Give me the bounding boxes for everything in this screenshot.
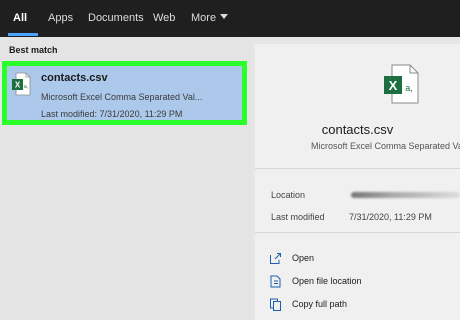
- open-label: Open: [292, 253, 315, 263]
- excel-file-icon-large: X a,: [384, 64, 419, 104]
- location-value-redacted: [351, 192, 460, 198]
- tab-more-label: More: [191, 12, 217, 24]
- copy-full-path-label: Copy full path: [292, 299, 348, 309]
- tab-more[interactable]: More: [191, 12, 229, 24]
- detail-file-name-text: contacts.csv: [321, 122, 394, 137]
- results-pane: Best match X a, contacts.csv Microsoft E…: [0, 37, 252, 320]
- divider: [255, 232, 460, 233]
- open-file-location-label: Open file location: [292, 276, 362, 286]
- tab-apps[interactable]: Apps: [48, 12, 73, 24]
- tab-documents[interactable]: Documents: [88, 12, 144, 24]
- best-match-heading: Best match: [9, 45, 58, 55]
- copy-path-icon: [270, 298, 281, 311]
- svg-text:X: X: [389, 78, 398, 93]
- excel-file-icon: X a,: [12, 72, 31, 96]
- detail-file-type: Microsoft Excel Comma Separated Va: [311, 141, 460, 151]
- svg-text:a,: a,: [405, 83, 413, 93]
- detail-file-name: contacts.csv: [255, 122, 460, 137]
- last-modified-value: 7/31/2020, 11:29 PM: [349, 212, 432, 222]
- tab-all[interactable]: All: [13, 12, 27, 24]
- details-pane: X a, contacts.csv Microsoft Excel Comma …: [255, 44, 460, 320]
- svg-text:a,: a,: [24, 84, 28, 90]
- best-match-result[interactable]: X a, contacts.csv Microsoft Excel Comma …: [2, 61, 247, 125]
- open-icon: [270, 253, 281, 264]
- file-location-icon: [270, 275, 281, 288]
- result-modified: Last modified: 7/31/2020, 11:29 PM: [41, 109, 183, 119]
- divider: [255, 168, 460, 169]
- active-tab-indicator: [8, 33, 38, 36]
- svg-text:X: X: [15, 81, 21, 90]
- location-label: Location: [271, 190, 306, 200]
- search-scope-tabs: All Apps Documents Web More: [0, 0, 460, 37]
- chevron-down-icon: [220, 14, 229, 19]
- tab-web[interactable]: Web: [153, 12, 175, 24]
- result-type: Microsoft Excel Comma Separated Val...: [41, 92, 203, 102]
- last-modified-label: Last modified: [271, 212, 325, 222]
- result-name: contacts.csv: [41, 72, 108, 84]
